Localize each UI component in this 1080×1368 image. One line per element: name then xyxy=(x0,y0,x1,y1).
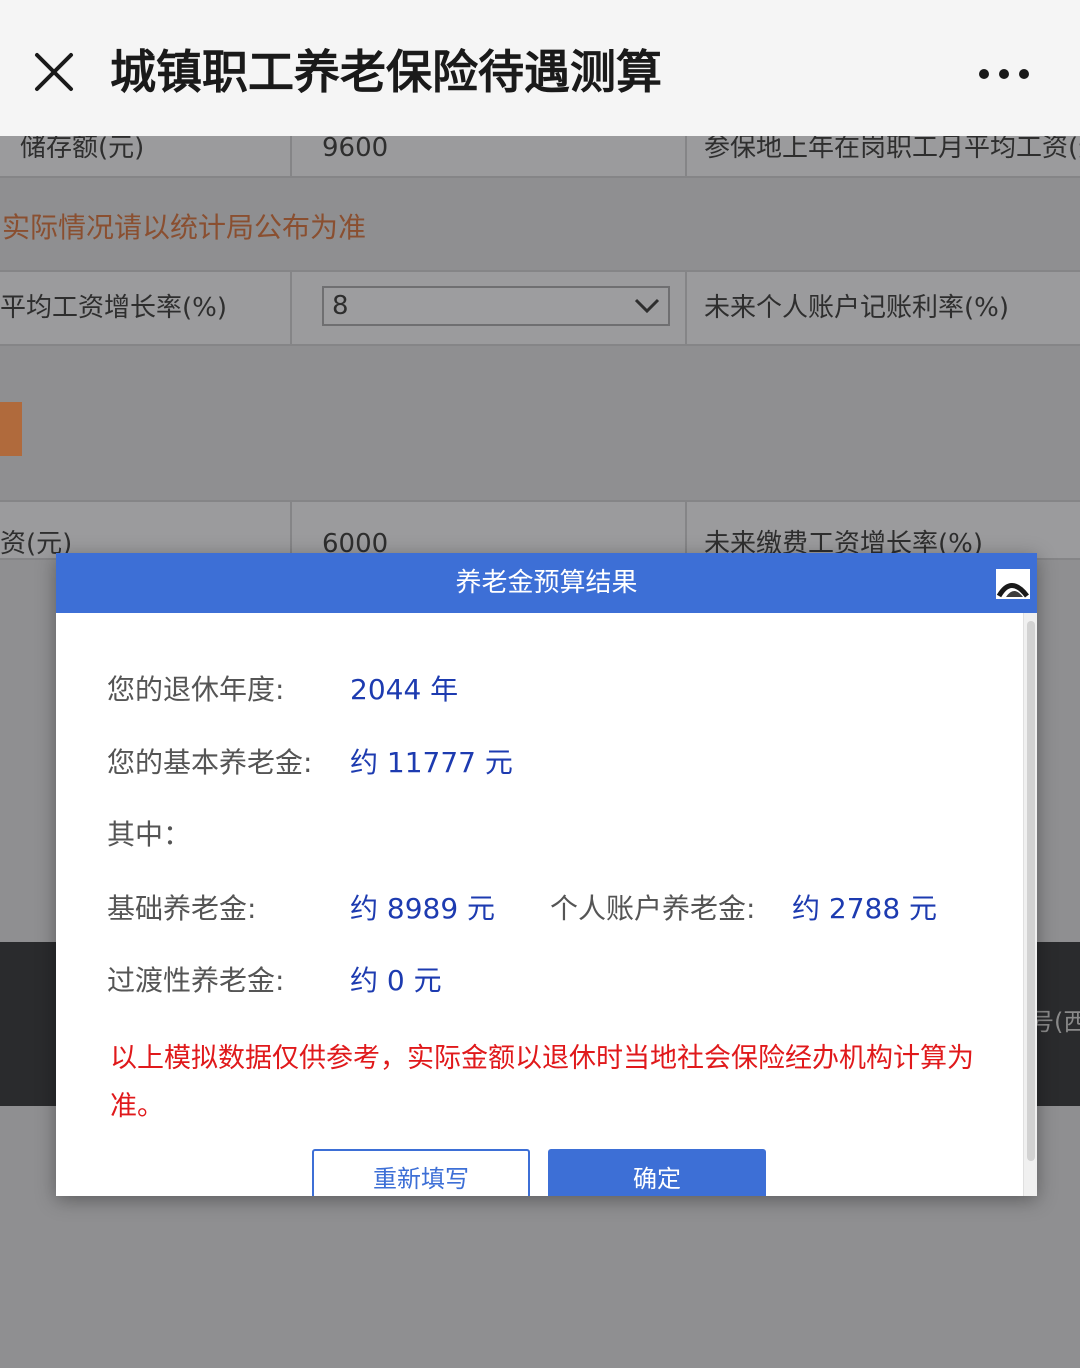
confirm-button[interactable]: 确定 xyxy=(548,1149,766,1196)
close-icon[interactable] xyxy=(30,48,78,96)
retire-year-value: 2044 年 xyxy=(350,673,459,706)
wage-growth-select[interactable]: 8 xyxy=(322,286,670,326)
cell-divider xyxy=(290,502,292,558)
base-pension-value: 约 8989 元 xyxy=(350,892,496,925)
wage-growth-select-value: 8 xyxy=(332,291,349,321)
dialog-title: 养老金预算结果 xyxy=(455,568,638,598)
cell-divider xyxy=(685,502,687,558)
refill-button[interactable]: 重新填写 xyxy=(312,1149,530,1196)
scrollbar-thumb[interactable] xyxy=(1027,621,1035,1161)
section-marker xyxy=(0,402,22,456)
retire-year-label: 您的退休年度: xyxy=(107,673,285,706)
chevron-down-icon xyxy=(634,298,660,314)
breakdown-label: 其中： xyxy=(107,818,192,851)
transition-pension-value: 约 0 元 xyxy=(350,964,442,997)
personal-pension-value: 约 2788 元 xyxy=(792,892,938,925)
cell-divider xyxy=(685,136,687,176)
pension-result-dialog: 养老金预算结果 您的退休年度: 2044 年 您的基本养老金: 约 11777 … xyxy=(56,553,1037,1196)
more-icon[interactable] xyxy=(974,56,1034,92)
page-title: 城镇职工养老保险待遇测算 xyxy=(110,45,662,99)
statistics-notice: 实际情况请以统计局公布为准 xyxy=(2,211,367,244)
transition-pension-label: 过渡性养老金: xyxy=(107,964,285,997)
basic-pension-label: 您的基本养老金: xyxy=(107,746,313,779)
dialog-header: 养老金预算结果 xyxy=(56,553,1037,613)
disclaimer-text: 以上模拟数据仅供参考，实际金额以退休时当地社会保险经办机构计算为准。 xyxy=(110,1043,974,1122)
form-row-savings: 储存额(元) 9600 参保地上年在岗职工月平均工资(元 xyxy=(0,133,1080,178)
cell-divider xyxy=(685,272,687,344)
cell-divider xyxy=(290,272,292,344)
account-rate-label: 未来个人账户记账利率(%) xyxy=(704,293,1009,323)
top-nav-bar: 城镇职工养老保险待遇测算 xyxy=(0,0,1080,136)
footer-text: 号(西 xyxy=(1030,1008,1080,1036)
wage-growth-label: 平均工资增长率(%) xyxy=(0,293,227,323)
cell-divider xyxy=(290,136,292,176)
dialog-scrollbar[interactable] xyxy=(1023,613,1037,1196)
form-row-wage: 资(元) 6000 未来缴费工资增长率(%) xyxy=(0,500,1080,560)
dialog-close-icon[interactable] xyxy=(996,569,1030,599)
basic-pension-value: 约 11777 元 xyxy=(350,746,513,779)
base-pension-label: 基础养老金: xyxy=(107,892,257,925)
personal-pension-label: 个人账户养老金: xyxy=(550,892,756,925)
